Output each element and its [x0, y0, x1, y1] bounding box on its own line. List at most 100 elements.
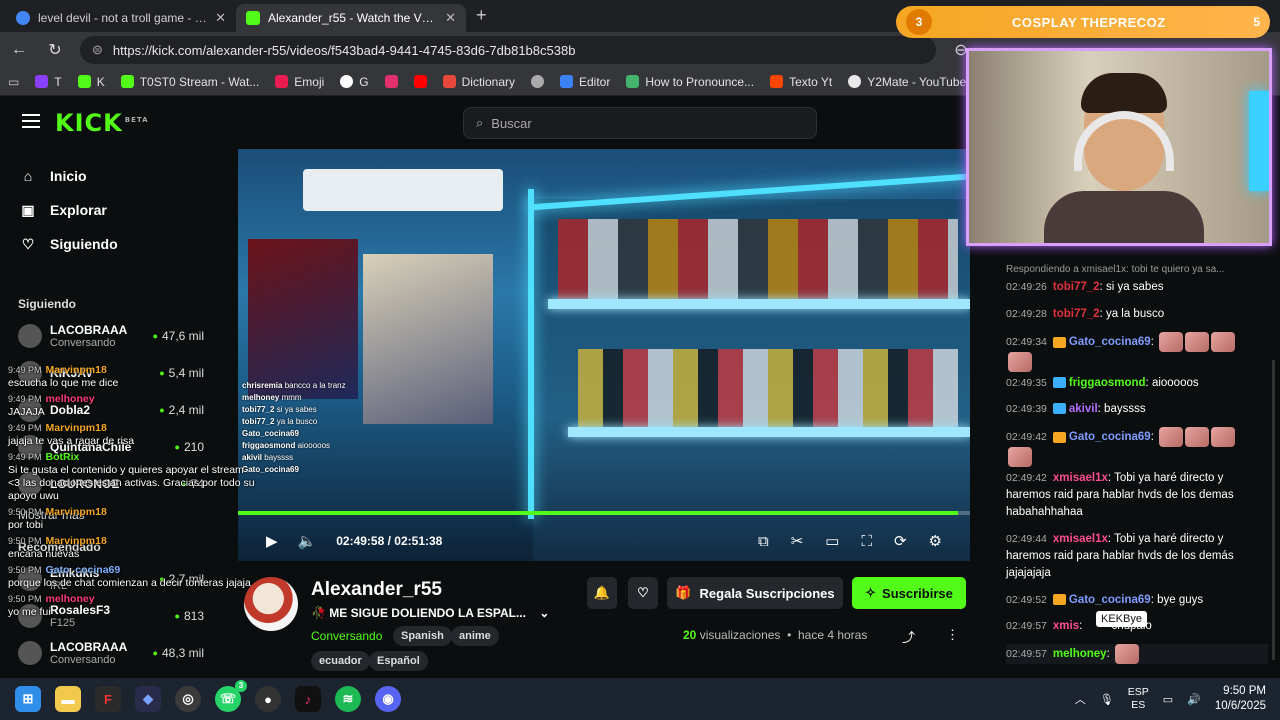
share-icon[interactable]: ⤴ [902, 627, 915, 646]
taskbar: ⊞ ▬ F ◆ ◎ ☏ 3 ● ♪ ≋ ◉ ︿ 🎙 ESP ES ▭ 🔊 9:50 … [0, 678, 1280, 720]
bookmark-item[interactable]: Editor [560, 75, 610, 89]
led-strip [528, 189, 534, 519]
emote-icon [1185, 332, 1210, 352]
theater-icon[interactable]: ▭ [825, 532, 839, 550]
chat-message: 02:49:42 Gato_cocina69: [1006, 427, 1268, 467]
tag[interactable]: Spanish [393, 626, 452, 646]
whatsapp-icon[interactable]: ☏ 3 [215, 680, 247, 712]
menu-icon[interactable] [22, 114, 40, 128]
bookmark-item[interactable]: Dictionary [442, 75, 515, 89]
sub-badge-icon [1052, 403, 1066, 415]
star-icon: ✧ [865, 585, 877, 600]
time-display: 02:49:58 / 02:51:38 [336, 534, 443, 548]
pronounce-icon [626, 75, 640, 88]
chat-message: 02:49:44 xmisael1x: Tobi ya haré directo … [1006, 533, 1234, 579]
following-channel[interactable]: LACOBRAAAConversando47,6 mil [0, 317, 220, 354]
tag[interactable]: ecuador [311, 651, 370, 671]
progress-fill [238, 511, 959, 515]
volume-icon[interactable]: 🔈 [298, 532, 317, 550]
file-explorer-icon[interactable]: ▬ [55, 686, 81, 712]
stream-chat-line: Gato_cocina69 [242, 429, 299, 438]
more-icon[interactable]: ⋮ [946, 627, 959, 643]
spotify-icon[interactable]: ≋ [335, 686, 361, 712]
bookmark-item[interactable]: G [340, 75, 369, 89]
following-title: Siguiendo [18, 297, 76, 311]
pip-icon[interactable]: ⧉ [758, 533, 769, 550]
chat-message: 02:49:39 akivil: bayssss [1006, 403, 1146, 415]
chat-scrollbar[interactable] [1272, 360, 1275, 660]
clip-icon[interactable]: ✂ [791, 532, 804, 550]
browser-tab-level-devil[interactable]: level devil - not a troll game - Bus ✕ [6, 4, 236, 32]
bookmark-item[interactable]: T [35, 75, 62, 89]
bookmark-item[interactable] [531, 75, 544, 88]
search-input[interactable]: ⌕ Buscar [463, 107, 817, 139]
speed-icon[interactable]: ⟳ [894, 532, 907, 550]
channel-avatar[interactable] [244, 577, 298, 631]
obs-icon[interactable]: ● [255, 686, 281, 712]
chrome-icon[interactable]: ◎ [175, 686, 201, 712]
kick-logo[interactable]: KICK BETA [55, 109, 149, 137]
stream-chat-line: akivil bayssss [242, 453, 294, 462]
app-f-icon[interactable]: F [95, 686, 121, 712]
clock[interactable]: 9:50 PM 10/6/2025 [1215, 684, 1272, 714]
display-icon[interactable]: ▭ [1163, 693, 1173, 706]
browser-tab-kick[interactable]: Alexander_r55 - Watch the VOD o ✕ [236, 4, 466, 32]
discord-icon[interactable]: ◉ [375, 686, 401, 712]
play-icon[interactable]: ▶ [266, 532, 278, 550]
bookmark-item[interactable] [413, 75, 427, 88]
notification-button[interactable]: 🔔 [587, 577, 617, 609]
microphone-icon[interactable]: 🎙 [1100, 693, 1114, 706]
chevron-down-icon[interactable]: ⌄ [539, 606, 549, 620]
instagram-icon [384, 75, 398, 88]
site-info-icon[interactable]: ⊜ [92, 42, 103, 58]
apps-icon[interactable]: ▭ [8, 75, 19, 89]
close-icon[interactable]: ✕ [215, 10, 226, 26]
follow-button[interactable]: ♡ [628, 577, 658, 609]
url-field[interactable]: ⊜ https://kick.com/alexander-r55/videos/… [80, 36, 936, 64]
tiktok-icon[interactable]: ♪ [295, 686, 321, 712]
heart-icon: ♡ [21, 235, 35, 252]
gift-subs-button[interactable]: 🎁 Regala Suscripciones [667, 577, 843, 609]
tag[interactable]: anime [451, 626, 499, 646]
windows-start-icon[interactable]: ⊞ [15, 686, 41, 712]
nav-explore[interactable]: ▣ Explorar [0, 193, 220, 227]
new-tab-button[interactable]: + [466, 5, 497, 32]
bookmark-item[interactable] [384, 75, 398, 88]
speaker-icon[interactable]: 🔊 [1187, 693, 1201, 706]
recommended-channel[interactable]: LACOBRAAAConversando48,3 mil [0, 634, 220, 671]
vscode-icon[interactable]: ◆ [135, 686, 161, 712]
video-player[interactable]: chrisremia bancco a la tranz melhoney mm… [238, 149, 970, 561]
url-text: https://kick.com/alexander-r55/videos/f5… [112, 42, 576, 58]
bookmark-item[interactable]: T0ST0 Stream - Wat... [120, 75, 259, 89]
overlay-chat-line: 9:50 PM Marvinpm18 encana nuevas [8, 535, 107, 560]
nav-following[interactable]: ♡ Siguiendo [0, 227, 220, 261]
notification-badge: 3 [235, 680, 247, 692]
chat-message: 02:49:28 tobi77_2: ya la busco [1006, 308, 1165, 320]
shelf-collectibles [578, 349, 958, 427]
bookmark-item[interactable]: Emoji [275, 75, 324, 89]
chat-message: 02:49:35 friggaosmond: aiooooos [1006, 377, 1199, 389]
subscribe-button[interactable]: ✧ Suscribirse [852, 577, 966, 609]
progress-bar[interactable] [238, 511, 970, 515]
back-icon[interactable]: ← [8, 41, 30, 59]
bookmark-item[interactable]: K [77, 75, 105, 89]
led-light [1249, 91, 1269, 191]
overlay-chat-line: 9:50 PM melhoney yo me fui [8, 593, 95, 618]
settings-icon[interactable]: ⚙ [929, 532, 942, 550]
bookmark-item[interactable]: Texto Yt [770, 75, 832, 89]
tag[interactable]: Español [369, 651, 428, 671]
reload-icon[interactable]: ↻ [44, 40, 66, 60]
heart-icon: ♡ [637, 585, 649, 600]
close-icon[interactable]: ✕ [445, 10, 456, 26]
language-indicator[interactable]: ESP ES [1128, 686, 1149, 712]
bookmark-item[interactable]: How to Pronounce... [626, 75, 754, 89]
channel-name[interactable]: Alexander_r55 [311, 579, 442, 601]
emote-icon[interactable] [1114, 644, 1139, 664]
category-link[interactable]: Conversando [311, 629, 382, 643]
nav-home[interactable]: ⌂ Inicio [0, 159, 220, 193]
bookmark-item[interactable]: Y2Mate - YouTube t [848, 75, 973, 89]
y2mate-icon [848, 75, 862, 88]
fullscreen-icon[interactable]: ⛶ [861, 533, 872, 550]
chevron-up-icon[interactable]: ︿ [1075, 691, 1086, 707]
overlay-chat-line: 9:50 PM Marvinpm18 por tobi [8, 506, 107, 531]
